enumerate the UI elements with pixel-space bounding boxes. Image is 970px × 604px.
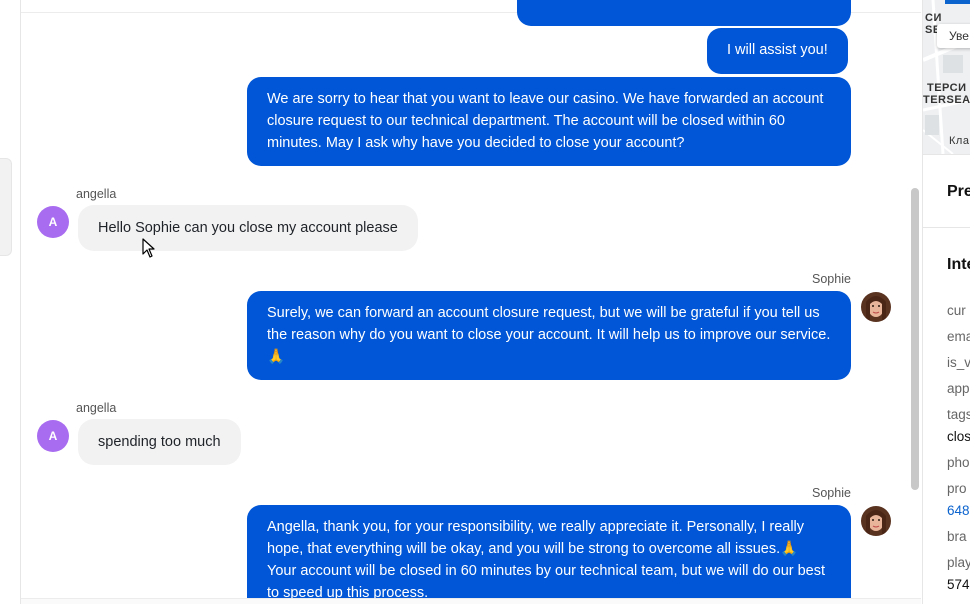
- avatar: A: [37, 206, 69, 238]
- field-value: clos: [947, 429, 970, 444]
- field-value: 574: [947, 577, 970, 592]
- message-bubble-outgoing: Surely, we can forward an account closur…: [247, 291, 851, 380]
- message-bubble-outgoing: We are sorry to hear that you want to le…: [247, 77, 851, 166]
- map-label: TERSEA: [923, 94, 970, 106]
- field-value-link[interactable]: 648: [947, 503, 970, 518]
- section-title[interactable]: Inte: [947, 256, 970, 274]
- section-title[interactable]: Pre: [947, 183, 970, 201]
- chat-bottom-divider: [21, 598, 921, 604]
- map-top-accent: [945, 0, 970, 4]
- message-bubble-outgoing: Angella, thank you, for your responsibil…: [247, 505, 851, 604]
- agent-photo-icon: [861, 292, 891, 322]
- agent-photo-icon: [861, 506, 891, 536]
- field-key: bra: [947, 529, 967, 544]
- sender-name: angella: [76, 401, 117, 415]
- message-bubble-incoming: Hello Sophie can you close my account pl…: [78, 205, 418, 251]
- map-label: СИ: [925, 12, 942, 24]
- sender-name: angella: [76, 187, 117, 201]
- divider: [923, 227, 970, 228]
- mouse-cursor-icon: [142, 238, 156, 263]
- divider: [923, 154, 970, 155]
- field-key: cur: [947, 303, 966, 318]
- field-key: pho: [947, 455, 970, 470]
- field-key: app: [947, 381, 970, 396]
- agent-avatar: [861, 506, 891, 536]
- left-rail: [0, 0, 21, 604]
- map-zoom-button[interactable]: Уве: [937, 24, 970, 48]
- sender-name: Sophie: [812, 272, 851, 286]
- message-bubble-incoming: spending too much: [78, 419, 241, 465]
- message-bubble-outgoing: I will assist you!: [707, 28, 848, 74]
- field-key: ema: [947, 329, 970, 344]
- field-key: tags: [947, 407, 970, 422]
- avatar: A: [37, 420, 69, 452]
- chat-thread: I will assist you! We are sorry to hear …: [21, 0, 921, 604]
- field-key: play: [947, 555, 970, 570]
- chat-scrollbar[interactable]: [911, 188, 919, 490]
- field-key: is_v: [947, 355, 970, 370]
- left-collapse-tab[interactable]: [0, 158, 12, 256]
- agent-avatar: [861, 292, 891, 322]
- map-label: Кла: [949, 135, 970, 147]
- details-panel: СИ SE Уве ТЕРСИ TERSEA Кла Pre Inte cur …: [922, 0, 970, 604]
- sender-name: Sophie: [812, 486, 851, 500]
- field-key: pro: [947, 481, 967, 496]
- map-label: ТЕРСИ: [927, 82, 967, 94]
- map-widget[interactable]: СИ SE Уве ТЕРСИ TERSEA Кла: [923, 0, 970, 154]
- message-bubble-clipped: [517, 0, 851, 26]
